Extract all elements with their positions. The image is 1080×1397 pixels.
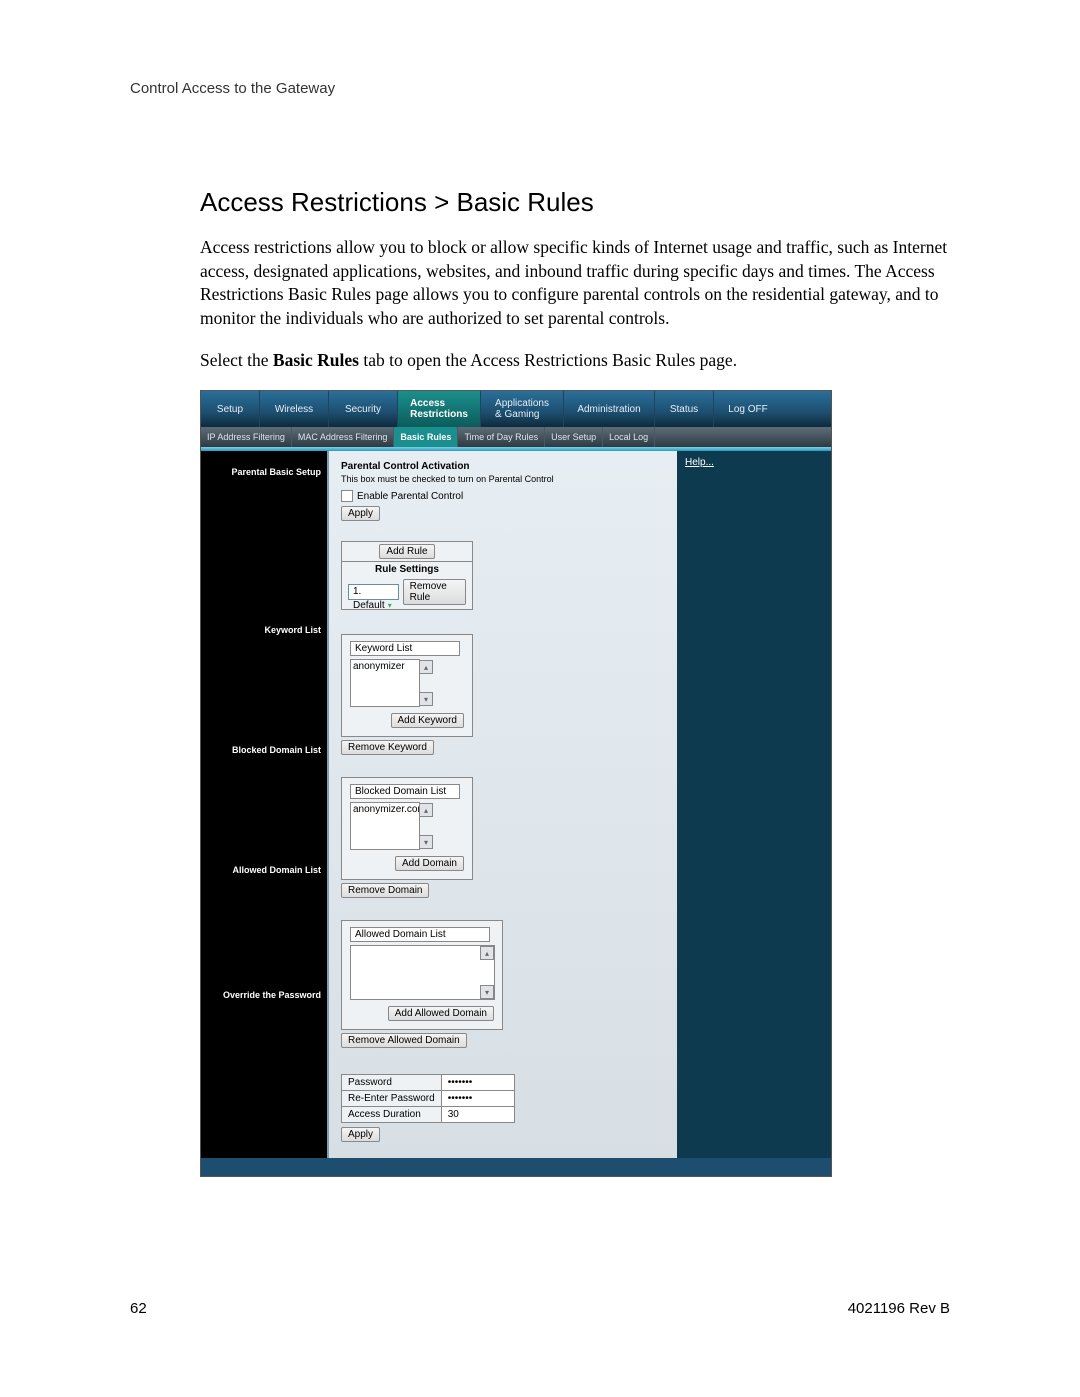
subtab-ip-filtering[interactable]: IP Address Filtering [201, 427, 292, 447]
keyword-list-input[interactable]: Keyword List [350, 641, 460, 656]
intro-paragraph: Access restrictions allow you to block o… [200, 236, 950, 331]
enable-parental-label: Enable Parental Control [357, 491, 463, 502]
sub-tabs: IP Address Filtering MAC Address Filteri… [201, 427, 831, 447]
scroll-up-icon[interactable]: ▴ [480, 946, 494, 960]
rule-settings-title: Rule Settings [342, 561, 472, 575]
access-duration-label: Access Duration [342, 1107, 442, 1123]
scroll-down-icon[interactable]: ▾ [419, 692, 433, 706]
scroll-up-icon[interactable]: ▴ [419, 803, 433, 817]
label-allowed-domain: Allowed Domain List [201, 865, 321, 875]
password-apply-button[interactable]: Apply [341, 1127, 380, 1142]
enable-parental-checkbox[interactable] [341, 490, 353, 502]
allowed-domain-listbox[interactable]: ▴ ▾ [350, 945, 495, 1000]
password-table: Password ••••••• Re-Enter Password •••••… [341, 1074, 515, 1123]
scroll-down-icon[interactable]: ▾ [480, 985, 494, 999]
doc-revision: 4021196 Rev B [848, 1300, 950, 1317]
label-blocked-domain: Blocked Domain List [201, 745, 321, 755]
scroll-down-icon[interactable]: ▾ [419, 835, 433, 849]
add-allowed-domain-button[interactable]: Add Allowed Domain [388, 1006, 494, 1021]
scroll-up-icon[interactable]: ▴ [419, 660, 433, 674]
tab-access-restrictions[interactable]: Access Restrictions [398, 391, 481, 427]
blocked-domain-input[interactable]: Blocked Domain List [350, 784, 460, 799]
remove-keyword-button[interactable]: Remove Keyword [341, 740, 434, 755]
remove-domain-button[interactable]: Remove Domain [341, 883, 429, 898]
add-domain-button[interactable]: Add Domain [395, 856, 464, 871]
add-rule-button[interactable]: Add Rule [379, 544, 434, 559]
label-parental-basic: Parental Basic Setup [201, 467, 321, 477]
tab-logoff[interactable]: Log OFF [714, 391, 782, 427]
main-tabs: Setup Wireless Security Access Restricti… [201, 391, 831, 427]
main-content-column: Parental Control Activation This box mus… [327, 451, 677, 1158]
rule-select[interactable]: 1. Default▾ [348, 584, 399, 600]
left-label-column: Parental Basic Setup Keyword List Blocke… [201, 451, 327, 1158]
tab-status[interactable]: Status [655, 391, 714, 427]
parental-activation-title: Parental Control Activation [341, 461, 669, 472]
instruction-paragraph: Select the Basic Rules tab to open the A… [200, 349, 950, 373]
page-header: Control Access to the Gateway [130, 80, 950, 97]
blocked-domain-listbox[interactable]: anonymizer.com ▴ ▾ [350, 802, 420, 850]
tab-wireless[interactable]: Wireless [260, 391, 329, 427]
help-link[interactable]: Help... [685, 457, 714, 468]
subtab-time-of-day[interactable]: Time of Day Rules [458, 427, 545, 447]
password-field[interactable]: ••••••• [441, 1075, 514, 1091]
label-override-password: Override the Password [201, 990, 321, 1000]
parental-activation-note: This box must be checked to turn on Pare… [341, 474, 669, 484]
password-label: Password [342, 1075, 442, 1091]
chevron-down-icon: ▾ [388, 601, 392, 610]
subtab-local-log[interactable]: Local Log [603, 427, 655, 447]
subtab-mac-filtering[interactable]: MAC Address Filtering [292, 427, 395, 447]
tab-setup[interactable]: Setup [201, 391, 260, 427]
allowed-domain-input[interactable]: Allowed Domain List [350, 927, 490, 942]
tab-applications-gaming[interactable]: Applications & Gaming [481, 391, 564, 427]
section-title: Access Restrictions > Basic Rules [200, 187, 950, 218]
help-column: Help... [677, 451, 831, 1158]
subtab-basic-rules[interactable]: Basic Rules [394, 427, 458, 447]
router-ui-screenshot: Setup Wireless Security Access Restricti… [200, 390, 832, 1177]
subtab-user-setup[interactable]: User Setup [545, 427, 603, 447]
add-keyword-button[interactable]: Add Keyword [391, 713, 464, 728]
remove-allowed-domain-button[interactable]: Remove Allowed Domain [341, 1033, 467, 1048]
tab-security[interactable]: Security [329, 391, 398, 427]
keyword-listbox[interactable]: anonymizer ▴ ▾ [350, 659, 420, 707]
reenter-password-label: Re-Enter Password [342, 1091, 442, 1107]
reenter-password-field[interactable]: ••••••• [441, 1091, 514, 1107]
access-duration-field[interactable]: 30 [441, 1107, 514, 1123]
router-footer-bar [201, 1158, 831, 1176]
remove-rule-button[interactable]: Remove Rule [403, 579, 466, 605]
tab-administration[interactable]: Administration [564, 391, 655, 427]
parental-apply-button[interactable]: Apply [341, 506, 380, 521]
page-number: 62 [130, 1300, 147, 1317]
label-keyword-list: Keyword List [201, 625, 321, 635]
